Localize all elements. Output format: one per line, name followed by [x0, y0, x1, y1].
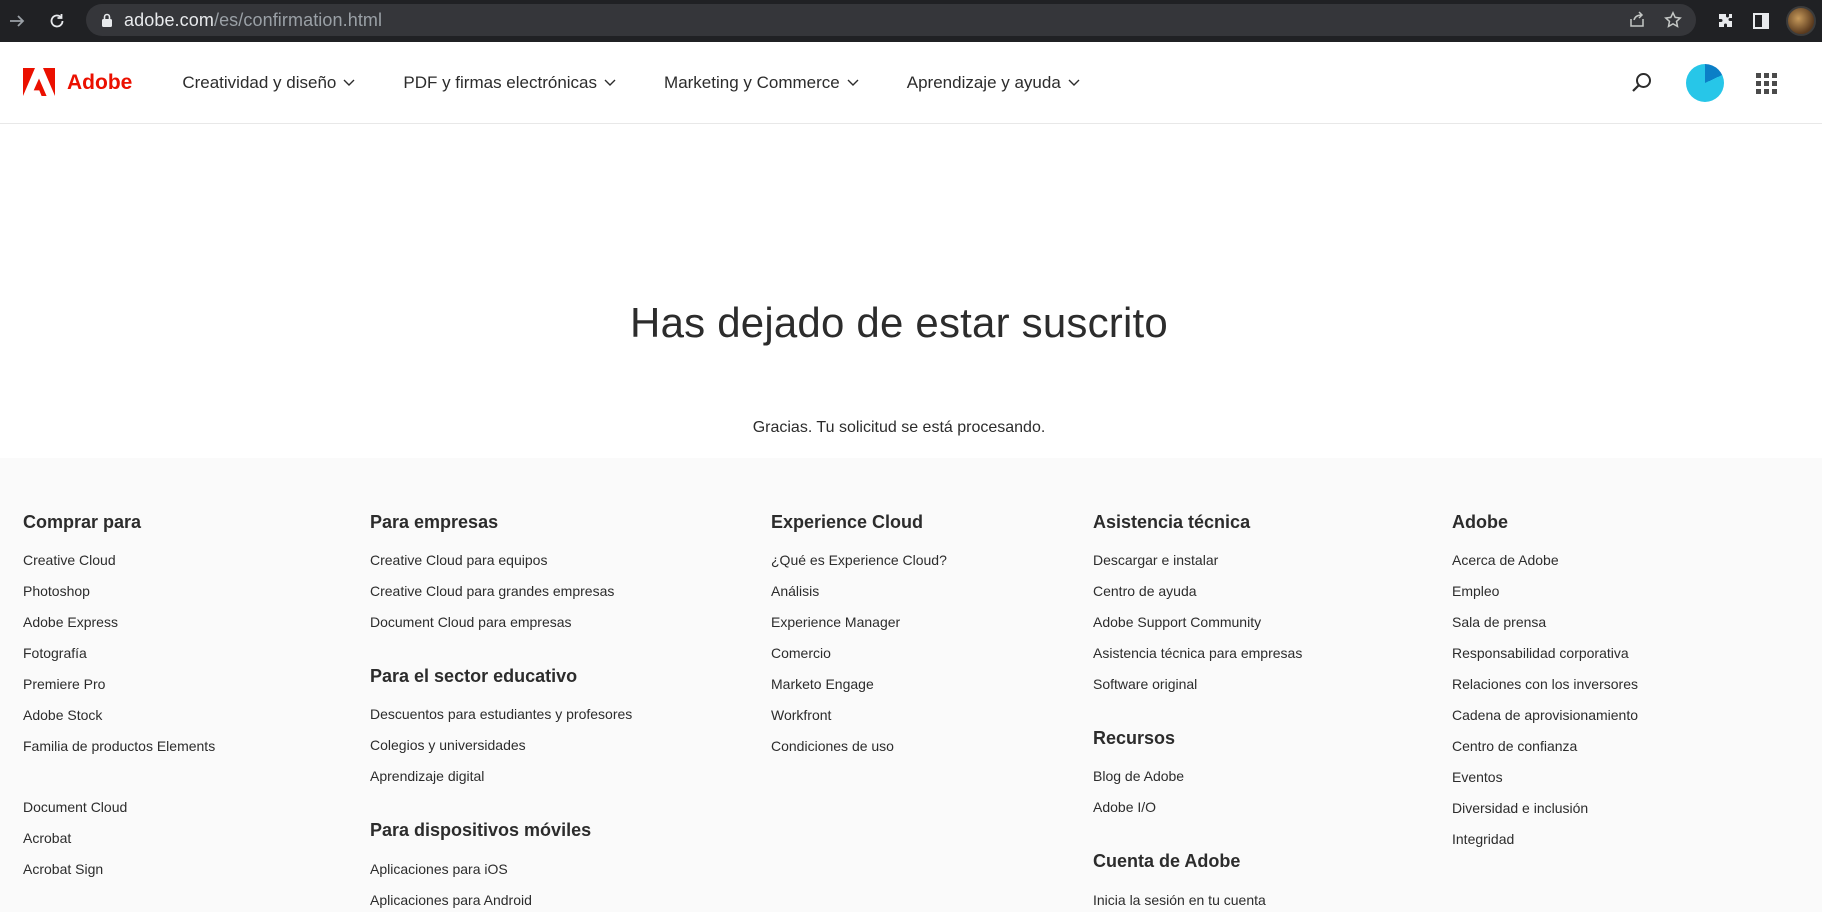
app-switcher-icon[interactable] — [1756, 72, 1777, 94]
search-icon[interactable] — [1630, 71, 1654, 95]
bookmark-star-icon[interactable] — [1664, 11, 1682, 29]
footer-link[interactable]: Adobe I/O — [1093, 799, 1156, 815]
footer-link[interactable]: Inicia la sesión en tu cuenta — [1093, 892, 1266, 908]
nav-label: Marketing y Commerce — [664, 72, 840, 92]
footer-heading: Comprar para — [23, 512, 142, 532]
footer-link[interactable]: Premiere Pro — [23, 676, 105, 692]
brand-name: Adobe — [67, 70, 133, 94]
footer-link[interactable]: Descargar e instalar — [1093, 552, 1218, 568]
footer-link[interactable]: Creative Cloud — [23, 552, 116, 568]
share-icon[interactable] — [1628, 11, 1646, 29]
extensions-icon[interactable] — [1716, 11, 1736, 31]
footer-link[interactable]: Document Cloud — [23, 799, 127, 815]
chevron-down-icon — [343, 79, 355, 86]
footer-link[interactable]: ¿Qué es Experience Cloud? — [771, 552, 947, 568]
footer-link[interactable]: Centro de ayuda — [1093, 583, 1197, 599]
browser-profile-avatar[interactable] — [1786, 6, 1816, 36]
footer-heading: Para el sector educativo — [370, 666, 578, 686]
footer-heading: Recursos — [1093, 728, 1176, 748]
footer-link[interactable]: Familia de productos Elements — [23, 738, 215, 754]
footer-link[interactable]: Aprendizaje digital — [370, 768, 484, 784]
browser-toolbar: adobe.com/es/confirmation.html — [0, 0, 1822, 42]
footer-link[interactable]: Acerca de Adobe — [1452, 552, 1559, 568]
footer-link[interactable]: Creative Cloud para equipos — [370, 552, 547, 568]
footer-link[interactable]: Condiciones de uso — [771, 738, 894, 754]
reload-icon — [50, 14, 64, 28]
lock-icon — [100, 13, 114, 27]
footer-link[interactable]: Colegios y universidades — [370, 737, 526, 753]
footer-link[interactable]: Adobe Stock — [23, 707, 102, 723]
nav-label: Creatividad y diseño — [182, 72, 337, 92]
forward-button[interactable] — [0, 4, 34, 38]
nav-label: Aprendizaje y ayuda — [906, 72, 1061, 92]
footer-link[interactable]: Responsabilidad corporativa — [1452, 645, 1629, 661]
footer-link[interactable]: Acrobat Sign — [23, 861, 103, 877]
footer-heading: Para empresas — [370, 512, 499, 532]
footer-heading: Para dispositivos móviles — [370, 820, 592, 840]
chevron-down-icon — [847, 79, 859, 86]
adobe-logo-link[interactable]: Adobe — [23, 67, 133, 98]
chevron-down-icon — [604, 79, 616, 86]
footer-link[interactable]: Adobe Support Community — [1093, 614, 1261, 630]
arrow-right-icon — [10, 15, 25, 27]
footer-link[interactable]: Comercio — [771, 645, 831, 661]
footer-link[interactable]: Eventos — [1452, 769, 1503, 785]
footer-link[interactable]: Integridad — [1452, 831, 1514, 847]
footer-link[interactable]: Asistencia técnica para empresas — [1093, 645, 1302, 661]
nav-label: PDF y firmas electrónicas — [403, 72, 598, 92]
footer-link[interactable]: Software original — [1093, 676, 1197, 692]
footer-link[interactable]: Acrobat — [23, 830, 71, 846]
footer-link[interactable]: Descuentos para estudiantes y profesores — [370, 706, 632, 722]
footer-link[interactable]: Marketo Engage — [771, 676, 874, 692]
footer-link[interactable]: Document Cloud para empresas — [370, 614, 572, 630]
footer-heading: Adobe — [1452, 512, 1508, 532]
main-nav: Creatividad y diseño PDF y firmas electr… — [182, 73, 1127, 93]
chevron-down-icon — [1068, 79, 1080, 86]
site-header: Adobe Creatividad y diseño PDF y firmas … — [0, 42, 1822, 124]
user-avatar[interactable] — [1686, 64, 1724, 102]
url-domain: adobe.com — [124, 9, 214, 30]
footer-heading: Asistencia técnica — [1093, 512, 1251, 532]
footer-link[interactable]: Diversidad e inclusión — [1452, 800, 1588, 816]
footer-link[interactable]: Photoshop — [23, 583, 90, 599]
url-path: /es/confirmation.html — [213, 9, 383, 30]
footer-link[interactable]: Experience Manager — [771, 614, 900, 630]
page-title: Has dejado de estar suscrito — [630, 299, 1168, 346]
confirmation-message: Gracias. Tu solicitud se está procesando… — [752, 419, 1046, 436]
site-footer: Comprar para Creative Cloud Photoshop Ad… — [0, 458, 1822, 912]
footer-link[interactable]: Creative Cloud para grandes empresas — [370, 583, 614, 599]
footer-link[interactable]: Cadena de aprovisionamiento — [1452, 707, 1638, 723]
footer-link[interactable]: Aplicaciones para Android — [370, 892, 532, 908]
adobe-logo-icon — [23, 67, 55, 96]
reload-button[interactable] — [40, 4, 74, 38]
footer-link[interactable]: Centro de confianza — [1452, 738, 1577, 754]
footer-link[interactable]: Análisis — [771, 583, 819, 599]
nav-pdf[interactable]: PDF y firmas electrónicas — [403, 73, 616, 93]
footer-heading: Cuenta de Adobe — [1093, 851, 1241, 871]
footer-link[interactable]: Blog de Adobe — [1093, 768, 1184, 784]
nav-aprendizaje[interactable]: Aprendizaje y ayuda — [907, 73, 1080, 93]
footer-heading: Experience Cloud — [771, 512, 924, 532]
footer-link[interactable]: Workfront — [771, 707, 831, 723]
footer-link[interactable]: Aplicaciones para iOS — [370, 861, 508, 877]
nav-marketing[interactable]: Marketing y Commerce — [664, 73, 859, 93]
url-text: adobe.com/es/confirmation.html — [124, 10, 382, 31]
side-panel-icon[interactable] — [1752, 12, 1770, 30]
nav-creatividad[interactable]: Creatividad y diseño — [182, 73, 355, 93]
footer-link[interactable]: Fotografía — [23, 645, 87, 661]
footer-link[interactable]: Empleo — [1452, 583, 1499, 599]
address-bar[interactable]: adobe.com/es/confirmation.html — [86, 4, 1696, 36]
confirmation-section: Has dejado de estar suscrito Gracias. Tu… — [0, 124, 1822, 458]
footer-link[interactable]: Relaciones con los inversores — [1452, 676, 1638, 692]
footer-link[interactable]: Adobe Express — [23, 614, 118, 630]
footer-link[interactable]: Sala de prensa — [1452, 614, 1546, 630]
